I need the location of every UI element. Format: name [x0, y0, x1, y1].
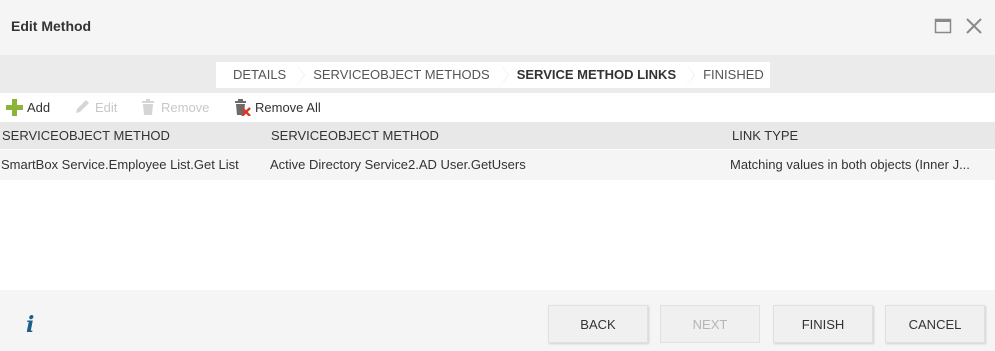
step-finished-label: FINISHED — [703, 67, 764, 82]
column-header-source-method[interactable]: SERVICEOBJECT METHOD — [2, 122, 170, 149]
next-button[interactable]: NEXT — [660, 305, 760, 343]
finish-button[interactable]: FINISH — [773, 305, 873, 343]
grid-toolbar: Add Edit Remove Remove All — [0, 93, 995, 121]
trash-icon — [142, 99, 154, 115]
back-button[interactable]: BACK — [548, 305, 648, 343]
table-row[interactable]: SmartBox Service.Employee List.Get List … — [0, 150, 995, 180]
info-icon[interactable]: i — [26, 312, 34, 338]
step-details-label: DETAILS — [233, 67, 287, 82]
column-header-target-method[interactable]: SERVICEOBJECT METHOD — [271, 122, 439, 149]
wizard-steps-bar: DETAILS SERVICEOBJECT METHODS SERVICE ME… — [0, 55, 995, 93]
close-icon[interactable] — [965, 17, 985, 37]
remove-button-label: Remove — [161, 99, 210, 115]
step-service-method-links[interactable]: SERVICE METHOD LINKS — [500, 62, 696, 88]
remove-button[interactable]: Remove — [139, 97, 209, 117]
cell-target-method: Active Directory Service2.AD User.GetUse… — [270, 157, 526, 172]
step-separator-icon — [295, 62, 306, 88]
column-header-link-type[interactable]: LINK TYPE — [732, 122, 798, 149]
step-service-method-links-label: SERVICE METHOD LINKS — [516, 67, 677, 82]
grid-header: SERVICEOBJECT METHOD SERVICEOBJECT METHO… — [0, 122, 995, 149]
step-serviceobject-methods[interactable]: SERVICEOBJECT METHODS — [296, 62, 509, 88]
remove-all-button-label: Remove All — [255, 99, 321, 115]
step-separator-icon — [498, 62, 509, 88]
remove-all-icon — [235, 99, 251, 116]
dialog-footer: i BACK NEXT FINISH CANCEL — [0, 290, 995, 351]
maximize-icon[interactable] — [934, 17, 954, 37]
edit-button-label: Edit — [95, 99, 118, 115]
edit-button[interactable]: Edit — [73, 97, 117, 117]
pencil-icon — [76, 100, 89, 113]
add-button-label: Add — [27, 99, 51, 115]
add-icon — [6, 99, 23, 116]
wizard-steps: DETAILS SERVICEOBJECT METHODS SERVICE ME… — [216, 62, 770, 88]
step-details[interactable]: DETAILS — [216, 62, 306, 88]
step-finished[interactable]: FINISHED — [686, 62, 770, 88]
step-separator-icon — [685, 62, 696, 88]
cancel-button[interactable]: CANCEL — [885, 305, 985, 343]
step-serviceobject-methods-label: SERVICEOBJECT METHODS — [313, 67, 490, 82]
remove-all-button[interactable]: Remove All — [233, 97, 321, 117]
dialog-title: Edit Method — [11, 18, 92, 34]
cell-source-method: SmartBox Service.Employee List.Get List — [1, 157, 239, 172]
cell-link-type: Matching values in both objects (Inner J… — [730, 157, 970, 172]
dialog-titlebar: Edit Method — [0, 0, 995, 55]
add-button[interactable]: Add — [5, 97, 50, 117]
